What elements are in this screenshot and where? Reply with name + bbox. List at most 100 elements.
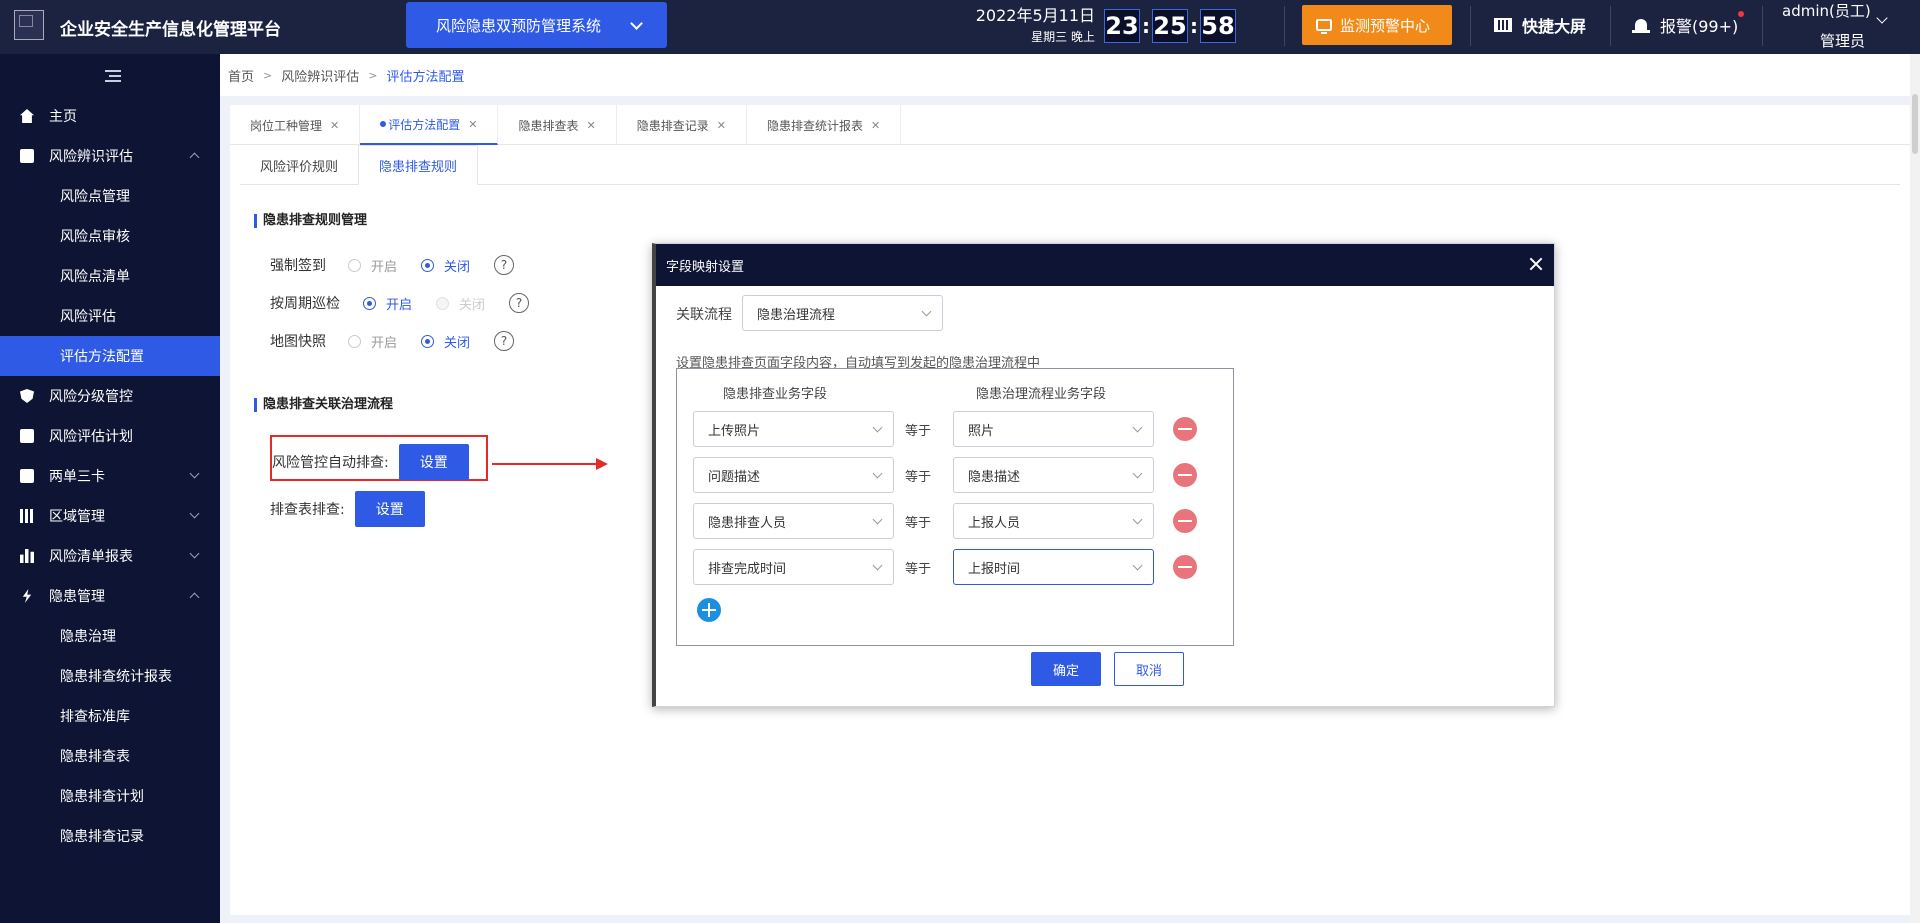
close-icon[interactable]: ✕	[871, 119, 880, 132]
sidebar-item[interactable]: 风险评估计划	[0, 416, 220, 456]
menu-collapse-icon[interactable]	[105, 70, 121, 82]
help-icon[interactable]: ?	[494, 331, 515, 351]
help-icon[interactable]: ?	[509, 293, 530, 313]
sidebar-item[interactable]: 主页	[0, 96, 220, 136]
sidebar-item[interactable]: 评估方法配置	[0, 336, 220, 376]
sidebar-item[interactable]: 风险辨识评估	[0, 136, 220, 176]
tab-eval-method[interactable]: 评估方法配置 ✕	[360, 105, 499, 145]
sidebar-item[interactable]: 排查标准库	[0, 696, 220, 736]
right-field-select[interactable]: 上报时间	[953, 549, 1154, 585]
monitor-center-button[interactable]: 监测预警中心	[1302, 5, 1452, 45]
radio-label: 开启	[371, 259, 398, 275]
close-icon[interactable]	[1528, 256, 1544, 272]
select-value: 问题描述	[708, 469, 761, 485]
remove-row-icon[interactable]	[1173, 463, 1197, 487]
subtab-hazard-rules[interactable]: 隐患排查规则	[358, 145, 479, 185]
system-select-value: 风险隐患双预防管理系统	[436, 16, 602, 35]
sidebar-item[interactable]: 隐患排查统计报表	[0, 656, 220, 696]
logo-image	[14, 10, 44, 40]
select-value: 隐患描述	[968, 469, 1021, 485]
radio-on[interactable]: 开启	[363, 294, 412, 313]
sidebar-item[interactable]: 区域管理	[0, 496, 220, 536]
breadcrumb: 首页 > 风险辨识评估 > 评估方法配置	[220, 54, 1920, 96]
tab-post-type[interactable]: 岗位工种管理 ✕	[230, 105, 361, 145]
breadcrumb-parent[interactable]: 风险辨识评估	[281, 66, 359, 85]
sidebar-item-label: 隐患排查记录	[60, 829, 144, 845]
chevron-down-icon	[189, 468, 200, 479]
chevron-down-icon	[872, 468, 883, 479]
close-icon[interactable]: ✕	[330, 119, 339, 132]
remove-row-icon[interactable]	[1173, 417, 1197, 441]
sidebar-item[interactable]: 风险点清单	[0, 256, 220, 296]
close-icon[interactable]: ✕	[468, 118, 477, 131]
annotation-arrow	[492, 463, 598, 465]
chevron-down-icon	[921, 306, 932, 317]
breadcrumb-current: 评估方法配置	[386, 69, 465, 85]
left-field-select[interactable]: 隐患排查人员	[693, 503, 894, 539]
radio-off[interactable]: 关闭	[421, 332, 470, 351]
sidebar-item[interactable]: 风险清单报表	[0, 536, 220, 576]
sidebar-item[interactable]: 隐患管理	[0, 576, 220, 616]
sidebar-item[interactable]: 隐患排查表	[0, 736, 220, 776]
flow-label: 关联流程	[676, 307, 732, 323]
close-icon[interactable]: ✕	[586, 119, 595, 132]
sidebar-item-label: 风险点清单	[60, 269, 130, 285]
section-title-rules: 隐患排查规则管理	[254, 214, 367, 228]
alarm-label-wrap: 报警(99+)	[1660, 11, 1745, 37]
add-row-icon[interactable]	[697, 598, 721, 622]
sidebar-item[interactable]: 隐患排查计划	[0, 776, 220, 816]
sidebar-item[interactable]: 隐患治理	[0, 616, 220, 656]
user-name[interactable]: admin(员工)	[1782, 0, 1871, 21]
sidebar-item[interactable]: 风险点管理	[0, 176, 220, 216]
radio-off[interactable]: 关闭	[421, 256, 470, 275]
monitor-icon	[1316, 19, 1332, 34]
tab-hazard-report[interactable]: 隐患排查统计报表 ✕	[747, 105, 902, 145]
left-field-select[interactable]: 上传照片	[693, 411, 894, 447]
sidebar-item[interactable]: 风险评估	[0, 296, 220, 336]
right-field-select[interactable]: 照片	[953, 411, 1154, 447]
chevron-down-icon[interactable]	[1876, 12, 1888, 24]
radio-on[interactable]: 开启	[348, 332, 397, 351]
sidebar-item-label: 评估方法配置	[60, 349, 144, 365]
confirm-button[interactable]: 确定	[1031, 652, 1101, 686]
quick-screen-link[interactable]: 快捷大屏	[1494, 13, 1586, 37]
radio-label: 关闭	[444, 259, 471, 275]
sidebar-item-label: 隐患排查统计报表	[60, 669, 172, 685]
alarm-link[interactable]: 报警(99+)	[1632, 11, 1745, 37]
tab-hazard-record[interactable]: 隐患排查记录 ✕	[617, 105, 747, 145]
scrollbar-thumb[interactable]	[1912, 94, 1918, 154]
left-field-select[interactable]: 问题描述	[693, 457, 894, 493]
select-value: 隐患排查人员	[708, 515, 787, 531]
subtab-risk-rules[interactable]: 风险评价规则	[240, 145, 358, 185]
remove-row-icon[interactable]	[1173, 555, 1197, 579]
date-text: 2022年5月11日	[975, 6, 1095, 25]
page-scrollbar[interactable]	[1910, 54, 1920, 923]
cancel-button[interactable]: 取消	[1114, 652, 1184, 686]
divider	[1610, 6, 1611, 46]
auto-check-set-button[interactable]: 设置	[398, 444, 469, 480]
flow-select[interactable]: 隐患治理流程	[742, 295, 943, 331]
chevron-down-icon	[872, 422, 883, 433]
sidebar-item[interactable]: 风险点审核	[0, 216, 220, 256]
left-field-select[interactable]: 排查完成时间	[693, 549, 894, 585]
close-icon[interactable]: ✕	[717, 119, 726, 132]
tab-label: 评估方法配置	[388, 117, 461, 132]
field-mapping-dialog: 字段映射设置 关联流程 隐患治理流程 设置隐患排查页面字段内容，自动填写到发起的…	[652, 243, 1555, 707]
sidebar: 主页 风险辨识评估 风险点管理 风险点审核风险点清单风险评估评估方法配置风险分级管控风…	[0, 54, 220, 923]
breadcrumb-home[interactable]: 首页	[228, 66, 254, 85]
system-select[interactable]: 风险隐患双预防管理系统	[406, 2, 667, 48]
right-field-select[interactable]: 上报人员	[953, 503, 1154, 539]
radio-on[interactable]: 开启	[348, 256, 397, 275]
right-field-select[interactable]: 隐患描述	[953, 457, 1154, 493]
remove-row-icon[interactable]	[1173, 509, 1197, 533]
sidebar-item[interactable]: 风险分级管控	[0, 376, 220, 416]
radio-label: 关闭	[444, 335, 471, 351]
table-check-set-button[interactable]: 设置	[354, 491, 425, 527]
help-icon[interactable]: ?	[494, 255, 515, 275]
sidebar-item[interactable]: 两单三卡	[0, 456, 220, 496]
chevron-right-icon: >	[263, 68, 273, 82]
sidebar-item[interactable]: 隐患排查记录	[0, 816, 220, 856]
tab-label: 隐患排查统计报表	[766, 118, 863, 133]
tab-hazard-table[interactable]: 隐患排查表 ✕	[498, 105, 617, 145]
bar-chart-icon	[20, 549, 34, 563]
